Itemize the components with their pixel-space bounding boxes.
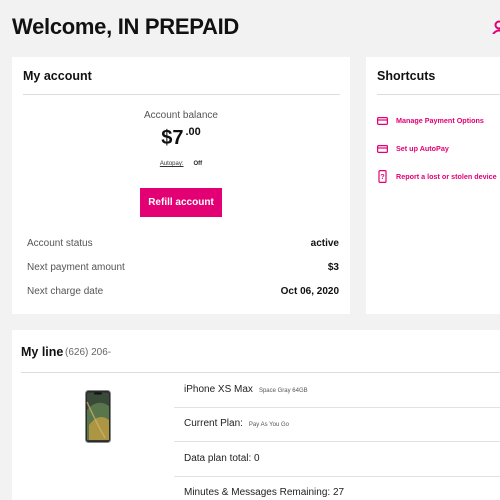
shortcut-label: Manage Payment Options	[396, 116, 484, 125]
device-row: iPhone XS Max Space Gray 64GB	[184, 384, 500, 395]
account-status-row: Account status active	[27, 238, 339, 249]
my-account-card: My account Account balance $7.00 Autopay…	[12, 57, 350, 314]
balance-dollars: $7	[161, 127, 184, 149]
balance-label: Account balance	[144, 110, 218, 121]
minutes-row: Minutes & Messages Remaining: 27	[184, 487, 500, 498]
device-detail: Space Gray 64GB	[258, 388, 308, 394]
page-title: Welcome, IN PREPAID	[12, 14, 239, 39]
autopay-status: Autopay: Off	[12, 161, 350, 167]
next-payment-row: Next payment amount $3	[27, 262, 339, 273]
shortcut-manage-payment[interactable]: Manage Payment Options	[377, 116, 484, 125]
device-name: iPhone XS Max	[184, 384, 253, 395]
shortcut-autopay[interactable]: Set up AutoPay	[377, 144, 449, 153]
next-charge-label: Next charge date	[27, 286, 104, 297]
divider	[21, 372, 500, 373]
autopay-value: Off	[193, 161, 203, 167]
next-charge-row: Next charge date Oct 06, 2020	[27, 286, 339, 297]
divider	[174, 441, 500, 442]
autopay-link[interactable]: Autopay:	[160, 161, 184, 167]
shortcut-label: Set up AutoPay	[396, 144, 449, 153]
balance-amount: $7.00	[12, 126, 350, 150]
shortcuts-title: Shortcuts	[377, 69, 436, 83]
credit-card-icon	[377, 144, 388, 153]
device-image	[85, 390, 111, 443]
divider	[377, 94, 500, 95]
svg-text:?: ?	[380, 174, 384, 181]
divider	[174, 407, 500, 408]
my-line-title: My line	[21, 345, 64, 359]
data-plan-row: Data plan total: 0	[184, 453, 500, 464]
balance-cents: .00	[185, 126, 201, 138]
minutes-remaining: Minutes & Messages Remaining: 27	[184, 487, 345, 498]
next-charge-value: Oct 06, 2020	[280, 286, 339, 297]
shortcut-report-lost-device[interactable]: ? Report a lost or stolen device	[377, 170, 497, 183]
my-account-title: My account	[23, 69, 92, 83]
plan-value: Pay As You Go	[248, 422, 289, 428]
account-status-value: active	[310, 238, 339, 249]
line-phone-number: (626) 206-	[65, 347, 112, 358]
data-plan-total: Data plan total: 0	[184, 453, 260, 464]
next-payment-value: $3	[327, 262, 339, 273]
credit-card-icon	[377, 116, 388, 125]
plan-row: Current Plan: Pay As You Go	[184, 418, 500, 429]
divider	[23, 94, 340, 95]
user-icon[interactable]	[492, 20, 500, 34]
account-status-label: Account status	[27, 238, 93, 249]
shortcut-label: Report a lost or stolen device	[396, 172, 497, 181]
next-payment-label: Next payment amount	[27, 262, 125, 273]
plan-label: Current Plan:	[184, 418, 243, 429]
divider	[174, 476, 500, 477]
phone-alert-icon: ?	[378, 170, 387, 183]
my-line-card: My line (626) 206- iPhone XS Max Space Gr…	[12, 330, 500, 500]
refill-account-button[interactable]: Refill account	[140, 188, 222, 217]
shortcuts-card: Shortcuts Manage Payment Options Set up …	[366, 57, 500, 314]
